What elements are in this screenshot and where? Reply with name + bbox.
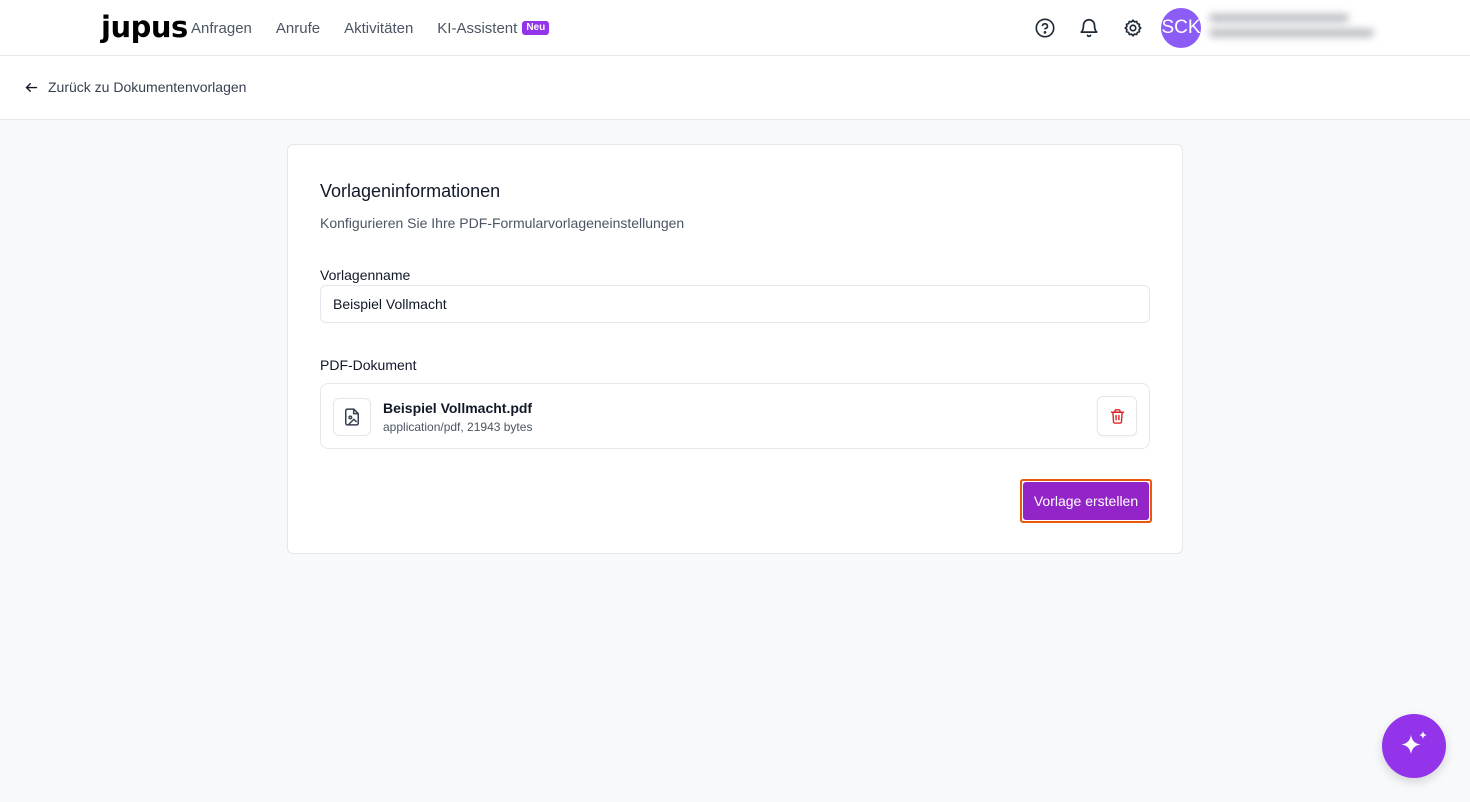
nav-item-label: Aktivitäten (344, 19, 414, 37)
nav-item-label: KI-Assistent (437, 19, 518, 37)
nav-item-anfragen[interactable]: Anfragen (191, 20, 252, 37)
trash-icon (1110, 408, 1124, 424)
user-avatar[interactable]: SCK (1161, 8, 1201, 48)
file-meta: application/pdf, 21943 bytes (383, 420, 533, 434)
template-name-input[interactable] (320, 285, 1150, 323)
top-navigation-bar: jupus Anfragen Anrufe Aktivitäten KI-Ass… (0, 0, 1470, 56)
arrow-left-icon (25, 82, 38, 92)
ai-assistant-fab[interactable] (1382, 714, 1446, 778)
nav-item-anrufe[interactable]: Anrufe (276, 20, 320, 37)
create-template-label: Vorlage erstellen (1023, 482, 1149, 520)
card-subtitle: Konfigurieren Sie Ihre PDF-Formularvorla… (320, 215, 685, 231)
back-link-label: Zurück zu Dokumentenvorlagen (48, 79, 247, 95)
main-nav: Anfragen Anrufe Aktivitäten KI-Assistent… (191, 0, 573, 56)
pdf-file-item: Beispiel Vollmacht.pdf application/pdf, … (320, 383, 1150, 449)
file-name: Beispiel Vollmacht.pdf (383, 400, 533, 416)
user-info-redacted (1209, 14, 1379, 46)
sub-header: Zurück zu Dokumentenvorlagen (0, 56, 1470, 120)
nav-item-label: Anfragen (191, 19, 252, 37)
delete-file-button[interactable] (1097, 396, 1137, 436)
sparkles-icon (1401, 731, 1428, 755)
nav-item-label: Anrufe (275, 19, 321, 37)
bell-icon[interactable] (1078, 17, 1100, 39)
back-to-templates-link[interactable]: Zurück zu Dokumentenvorlagen (24, 79, 246, 95)
help-circle-icon[interactable] (1034, 17, 1056, 39)
new-badge: Neu (522, 21, 550, 35)
nav-item-aktivitaeten[interactable]: Aktivitäten (344, 20, 413, 37)
jupus-logo[interactable]: jupus (101, 10, 188, 44)
template-name-label: Vorlagenname (320, 267, 411, 283)
create-template-button[interactable]: Vorlage erstellen (1020, 479, 1152, 523)
card-title: Vorlageninformationen (320, 181, 501, 201)
file-image-icon (333, 398, 371, 436)
pdf-document-label: PDF-Dokument (320, 357, 417, 373)
gear-icon[interactable] (1122, 17, 1144, 39)
template-info-card: Vorlageninformationen Konfigurieren Sie … (287, 144, 1183, 554)
nav-item-ki-assistent[interactable]: KI-Assistent Neu (437, 19, 550, 37)
